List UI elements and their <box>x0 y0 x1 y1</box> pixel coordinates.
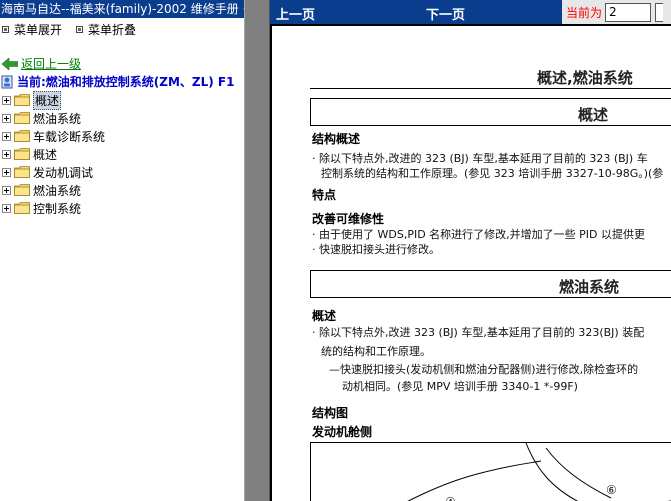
tree-item-label: 概述 <box>33 147 58 162</box>
section-heading: 发动机舱侧 <box>312 425 373 439</box>
back-link-label: 返回上一级 <box>21 57 82 71</box>
section-heading: 概述 <box>312 309 337 323</box>
body-text: 统的结构和工作原理。 <box>321 345 431 358</box>
tree-item[interactable]: 控制系统 <box>2 199 105 217</box>
content-pane: 上一页 下一页 当前为 概述,燃油系统 概述 结构概述 · 除以下特点外,改进的… <box>270 0 671 501</box>
expand-toggle-icon[interactable] <box>2 95 11 105</box>
header-rule <box>310 88 671 89</box>
folder-icon <box>14 130 30 142</box>
folder-icon <box>14 202 30 214</box>
tree-item-label: 燃油系统 <box>33 183 82 198</box>
page-toolbar: 上一页 下一页 当前为 <box>270 0 671 24</box>
folder-icon <box>14 166 30 178</box>
folder-icon <box>14 148 30 160</box>
tree-item-label: 发动机调试 <box>33 165 94 180</box>
document-icon <box>1 75 13 88</box>
expand-toggle-icon[interactable] <box>2 203 11 213</box>
pane-splitter[interactable] <box>244 0 270 501</box>
diagram-drawing <box>407 442 671 501</box>
tree-item-label: 控制系统 <box>33 201 82 216</box>
tree-item[interactable]: 概述 <box>2 145 105 163</box>
tree-item-label: 概述 <box>33 90 62 110</box>
page-label: 当前为 <box>566 5 603 20</box>
body-text: · 快速脱扣接头进行修改。 <box>312 243 440 256</box>
window-title: 海南马自达--福美来(family)-2002 维修手册 · <box>0 0 244 18</box>
expand-toggle-icon[interactable] <box>2 149 11 159</box>
expand-icon <box>2 25 9 33</box>
section-heading: 改善可维修性 <box>312 212 385 226</box>
body-text: · 除以下特点外,改进 323 (BJ) 车型,基本延用了目前的 323(BJ)… <box>312 326 645 339</box>
section-heading: 结构概述 <box>312 132 361 146</box>
body-text: 动机相同。(参见 MPV 培训手册 3340-1 *-99F) <box>342 380 578 393</box>
page-go-button[interactable] <box>655 2 664 22</box>
tree-item[interactable]: 概述 <box>2 90 105 110</box>
back-link[interactable]: 返回上一级 <box>2 55 81 72</box>
expand-toggle-icon[interactable] <box>2 113 11 123</box>
document-header: 概述,燃油系统 <box>537 69 633 87</box>
section-heading: 结构图 <box>312 406 349 420</box>
section-box: 概述 <box>310 98 671 126</box>
page-control: 当前为 <box>562 0 671 24</box>
prev-page-button[interactable]: 上一页 <box>276 4 315 23</box>
document-page: 概述,燃油系统 概述 结构概述 · 除以下特点外,改进的 323 (BJ) 车型… <box>270 24 671 501</box>
tree-view: 概述 燃油系统 车载诊断系统 概述 发动机调试 燃油系统 控制系统 <box>2 90 105 217</box>
current-section-title: 当前:燃油和排放控制系统(ZM、ZL) F1 <box>1 73 234 90</box>
back-arrow-icon <box>2 57 18 70</box>
body-text: · 由于使用了 WDS,PID 名称进行了修改,并增加了一些 PID 以提供更 <box>312 228 645 241</box>
expand-toggle-icon[interactable] <box>2 185 11 195</box>
folder-icon <box>14 184 30 196</box>
tree-item[interactable]: 发动机调试 <box>2 163 105 181</box>
section-box-title: 概述 <box>578 106 609 124</box>
engine-bay-diagram: ④ ⑥ <box>310 442 671 501</box>
menu-collapse-label: 菜单折叠 <box>88 22 137 37</box>
app-window: 海南马自达--福美来(family)-2002 维修手册 · 菜单展开 菜单折叠… <box>0 0 671 501</box>
collapse-icon <box>76 25 84 33</box>
body-text: 控制系统的结构和工作原理。(参见 323 培训手册 3327-10-98G。)(… <box>321 167 664 180</box>
callout-label: ④ <box>445 495 456 501</box>
expand-toggle-icon[interactable] <box>2 131 11 141</box>
tree-item-label: 燃油系统 <box>33 111 82 126</box>
body-text: —快速脱扣接头(发动机侧和燃油分配器侧)进行修改,除检查环的 <box>329 363 639 376</box>
expand-toggle-icon[interactable] <box>2 167 11 177</box>
body-text: · 除以下特点外,改进的 323 (BJ) 车型,基本延用了目前的 323 (B… <box>312 152 648 165</box>
next-page-button[interactable]: 下一页 <box>426 4 465 23</box>
menu-collapse-button[interactable]: 菜单折叠 <box>76 21 136 38</box>
tree-item[interactable]: 车载诊断系统 <box>2 127 105 145</box>
folder-icon <box>14 94 30 106</box>
tree-item-label: 车载诊断系统 <box>33 129 106 144</box>
section-heading: 特点 <box>312 188 337 202</box>
tree-item[interactable]: 燃油系统 <box>2 109 105 127</box>
current-section-label: 当前:燃油和排放控制系统(ZM、ZL) F1 <box>17 75 235 89</box>
callout-label: ⑥ <box>606 483 617 497</box>
tree-item[interactable]: 燃油系统 <box>2 181 105 199</box>
menu-expand-label: 菜单展开 <box>14 22 63 37</box>
folder-icon <box>14 112 30 124</box>
section-box-title: 燃油系统 <box>559 278 620 296</box>
navigation-pane: 海南马自达--福美来(family)-2002 维修手册 · 菜单展开 菜单折叠… <box>0 0 244 501</box>
menu-expand-button[interactable]: 菜单展开 <box>2 21 62 38</box>
section-box: 燃油系统 <box>310 270 671 298</box>
page-number-input[interactable] <box>605 2 652 22</box>
menu-bar: 菜单展开 菜单折叠 <box>0 18 244 40</box>
